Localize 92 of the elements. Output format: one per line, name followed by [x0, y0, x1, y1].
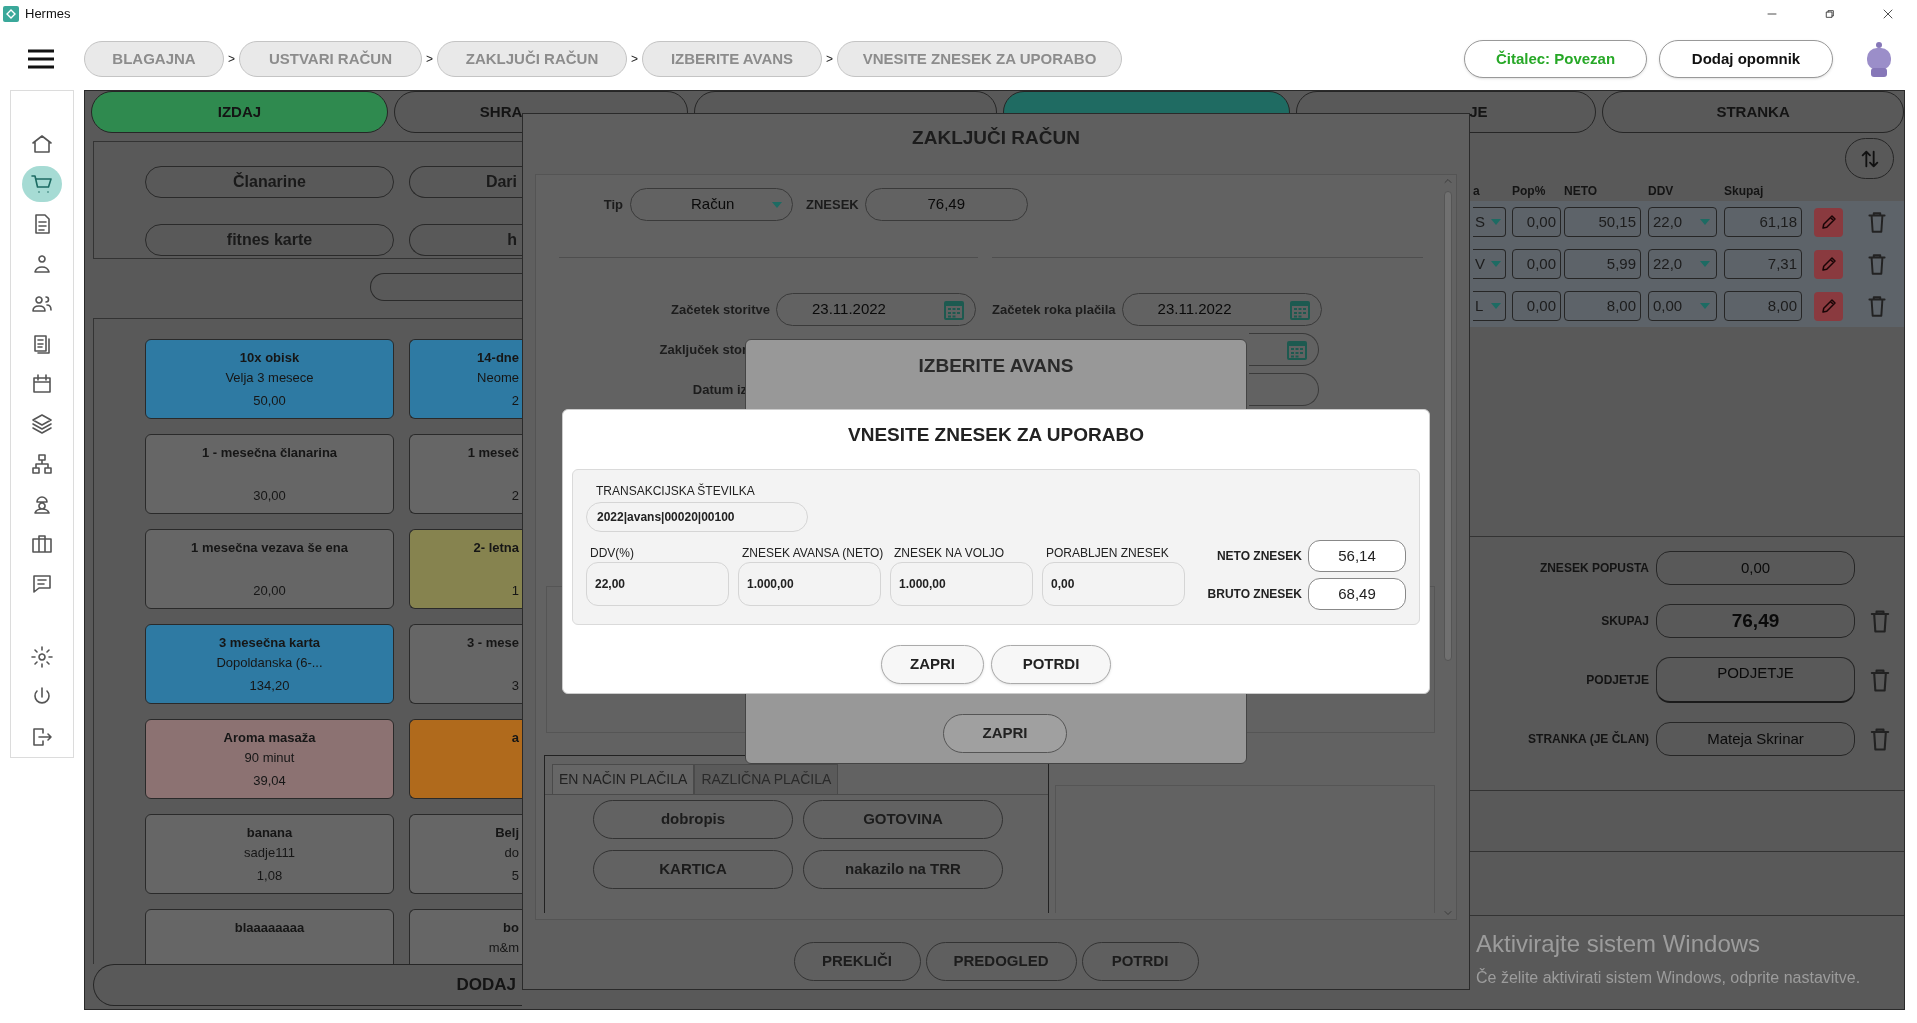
reader-status-button[interactable]: Čitalec: Povezan: [1464, 40, 1647, 78]
dropdown[interactable]: 0,00: [1648, 291, 1717, 321]
product-card[interactable]: 1 mesečna vezava še ena 20,00: [145, 529, 394, 609]
dropdown[interactable]: S: [1473, 207, 1506, 237]
app-icon: [3, 6, 19, 22]
breadcrumb[interactable]: VNESITE ZNESEK ZA UPORABO: [837, 41, 1122, 77]
breadcrumb[interactable]: BLAGAJNA: [84, 41, 224, 77]
input-field[interactable]: 68,49: [1308, 578, 1406, 610]
field-label: BRUTO ZNESEK: [1207, 586, 1302, 603]
field-label: Zaključek stor: [658, 340, 747, 359]
column-header: NETO: [1564, 183, 1599, 200]
breadcrumb-separator: >: [825, 51, 834, 68]
field-label: ZNESEK NA VOLJO: [894, 545, 1006, 560]
breadcrumb-separator: >: [227, 51, 236, 68]
field-label: PODJETJE: [1585, 672, 1649, 689]
edit-button[interactable]: [1814, 291, 1843, 321]
input-field[interactable]: 0,00: [1042, 562, 1185, 606]
product-card[interactable]: 10x obisk Velja 3 mesece 50,00: [145, 339, 394, 419]
column-header: Pop%: [1512, 183, 1547, 200]
input-field[interactable]: 0,00: [1512, 207, 1561, 237]
breadcrumb[interactable]: USTVARI RAČUN: [239, 41, 422, 77]
tab[interactable]: EN NAČIN PLAČILA: [552, 764, 695, 794]
field-label: Začetek roka plačila: [992, 300, 1116, 319]
input-field[interactable]: 22,00: [586, 562, 729, 606]
product-card[interactable]: bo m&m: [409, 909, 522, 964]
field-label: DDV(%): [590, 545, 635, 560]
input-field[interactable]: 8,00: [1564, 291, 1641, 321]
input-field[interactable]: Mateja Skrinar: [1656, 722, 1855, 756]
breadcrumb[interactable]: ZAKLJUČI RAČUN: [437, 41, 627, 77]
input-field[interactable]: 8,00: [1724, 291, 1802, 321]
menu-icon[interactable]: [25, 47, 57, 71]
dropdown[interactable]: PODJETJE: [1656, 657, 1855, 703]
field-label: SKUPAJ: [1600, 613, 1649, 630]
column-header: DDV: [1648, 183, 1675, 200]
field-label: TRANSAKCIJSKA ŠTEVILKA: [596, 482, 756, 500]
dialog-button[interactable]: ZAPRI: [881, 645, 984, 684]
product-card[interactable]: 2- letna 1: [409, 529, 522, 609]
dropdown[interactable]: 22,0: [1648, 249, 1717, 279]
pencil-icon[interactable]: [1819, 255, 1838, 273]
input-field[interactable]: 0,00: [1656, 551, 1855, 585]
input-field[interactable]: 61,18: [1724, 207, 1802, 237]
activation-title: Aktivirajte sistem Windows: [1476, 929, 1762, 959]
tab[interactable]: STRANKA: [1602, 91, 1904, 133]
activation-text: Če želite aktivirati sistem Windows, odprite nastavitve.: [1476, 967, 1861, 988]
cart-icon[interactable]: [22, 166, 62, 202]
product-card[interactable]: 1 meseč 2: [409, 434, 522, 514]
input-field[interactable]: 1.000,00: [890, 562, 1033, 606]
product-card[interactable]: Aroma masaža 90 minut 39,04: [145, 719, 394, 799]
field-label: Tip: [602, 195, 623, 214]
window-title: Hermes: [25, 5, 71, 24]
input-field[interactable]: 50,15: [1564, 207, 1641, 237]
pencil-icon[interactable]: [1819, 213, 1838, 231]
input-field[interactable]: 56,14: [1308, 540, 1406, 572]
dialog-title: VNESITE ZNESEK ZA UPORABO: [847, 422, 1145, 447]
input-field[interactable]: 76,49: [1656, 604, 1855, 638]
product-card[interactable]: Belj do 5: [409, 814, 522, 894]
pencil-icon[interactable]: [1819, 297, 1838, 315]
reminder-button[interactable]: Dodaj opomnik: [1659, 40, 1833, 78]
input-field[interactable]: 7,31: [1724, 249, 1802, 279]
breadcrumb[interactable]: IZBERITE AVANS: [642, 41, 822, 77]
field-label: PORABLJEN ZNESEK: [1046, 545, 1170, 560]
dialog-title: IZBERITE AVANS: [918, 353, 1074, 378]
dropdown[interactable]: 22,0: [1648, 207, 1717, 237]
dialog-button[interactable]: POTRDI: [991, 645, 1111, 684]
product-card[interactable]: blaaaaaaaa: [145, 909, 394, 964]
field-label: STRANKA (JE ČLAN): [1527, 730, 1649, 748]
product-card[interactable]: 1 - mesečna članarina 30,00: [145, 434, 394, 514]
add-button[interactable]: DODAJ: [93, 964, 522, 1006]
product-card[interactable]: banana sadje111 1,08: [145, 814, 394, 894]
field-label: NETO ZNESEK: [1216, 548, 1302, 565]
edit-button[interactable]: [1814, 207, 1843, 237]
close-button[interactable]: ZAPRI: [943, 714, 1067, 753]
column-header: Skupaj: [1724, 183, 1765, 200]
field-label: ZNESEK AVANSA (NETO): [742, 545, 881, 560]
field-label: ZNESEK: [806, 195, 859, 214]
breadcrumb-separator: >: [425, 51, 434, 68]
field-label: ZNESEK POPUSTA: [1538, 560, 1649, 577]
product-card[interactable]: a: [409, 719, 522, 799]
breadcrumb-separator: >: [630, 51, 639, 68]
dialog-title: ZAKLJUČI RAČUN: [911, 125, 1081, 150]
input-field[interactable]: 1.000,00: [738, 562, 881, 606]
column-header: a: [1473, 183, 1481, 200]
input-field[interactable]: 0,00: [1512, 249, 1561, 279]
product-card[interactable]: 3 mesečna karta Dopoldanska (6-... 134,20: [145, 624, 394, 704]
edit-button[interactable]: [1814, 249, 1843, 279]
product-card[interactable]: 14-dne Neome 2: [409, 339, 522, 419]
dropdown[interactable]: V: [1473, 249, 1506, 279]
tab[interactable]: IZDAJ: [91, 91, 388, 133]
input-field[interactable]: 0,00: [1512, 291, 1561, 321]
dropdown[interactable]: L: [1473, 291, 1506, 321]
input-field[interactable]: 5,99: [1564, 249, 1641, 279]
field-label: Začetek storitve: [670, 300, 770, 319]
